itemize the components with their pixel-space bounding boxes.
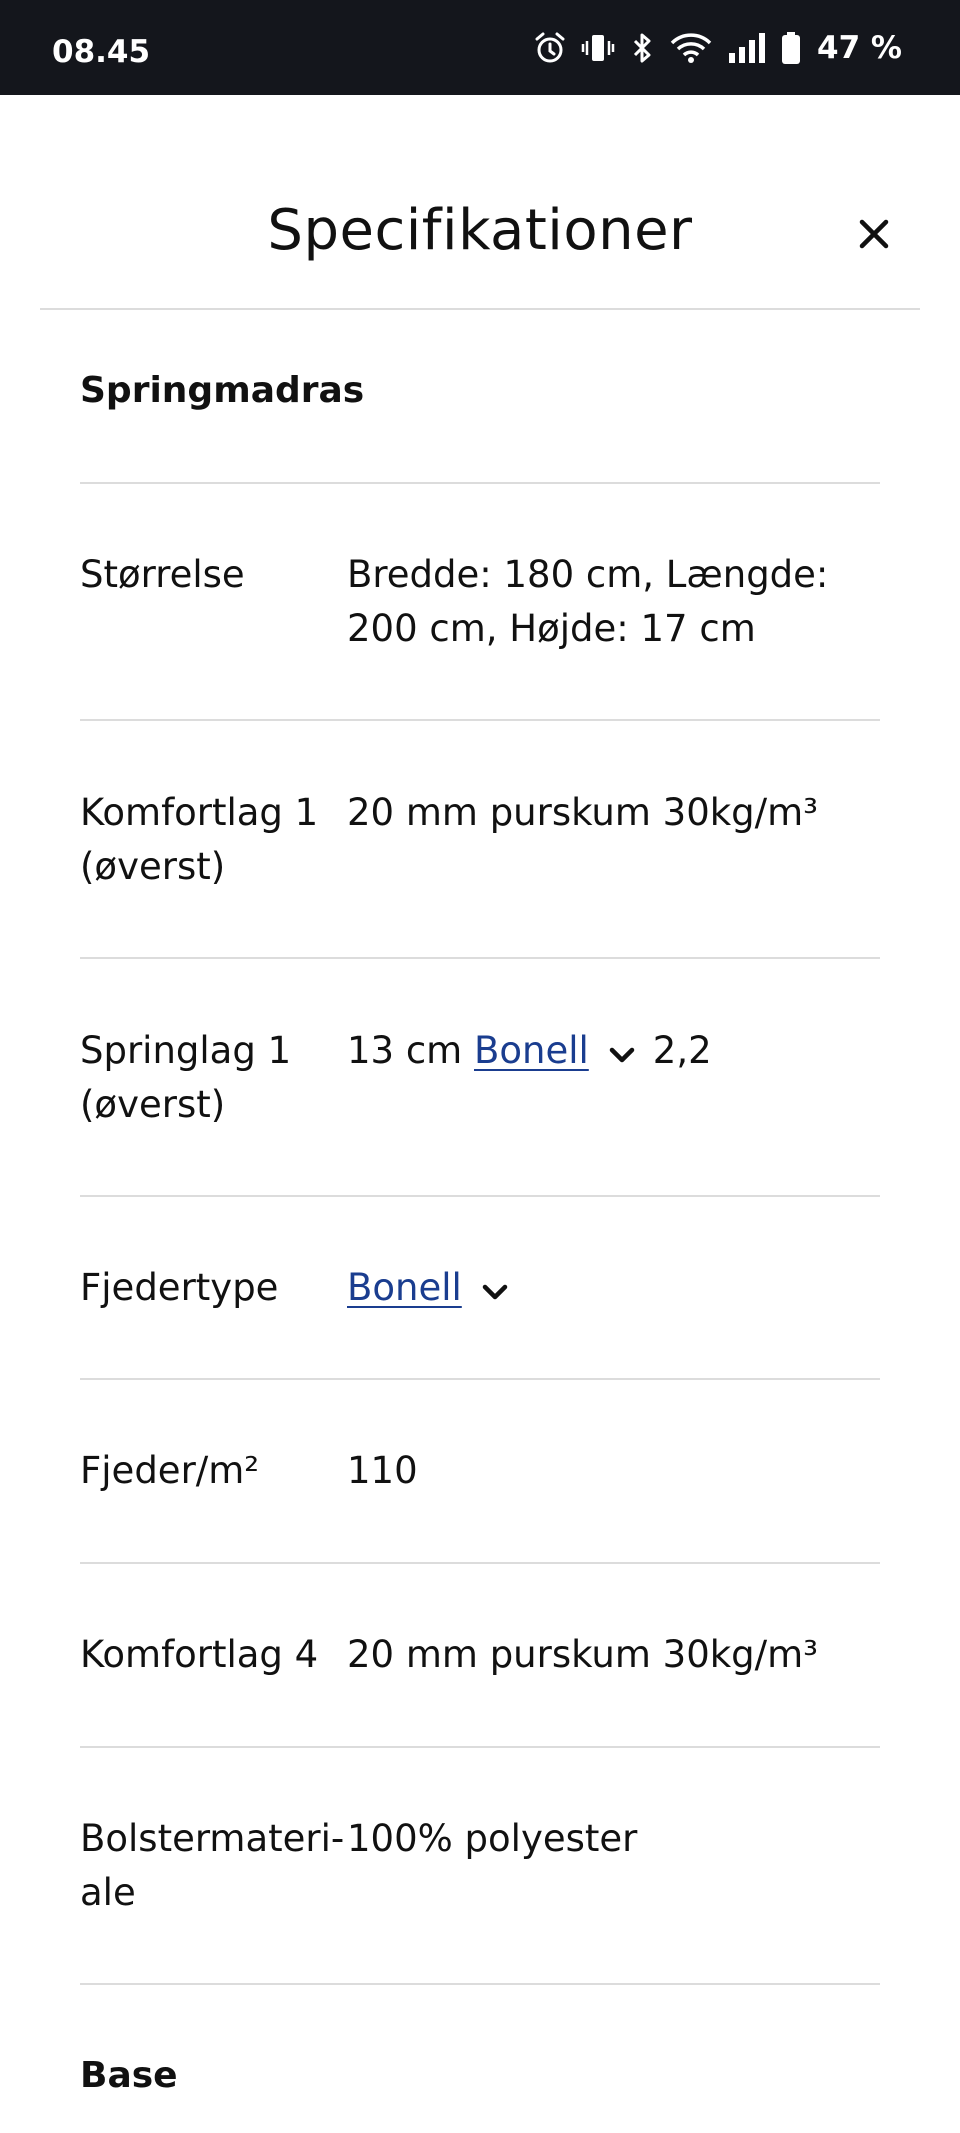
bluetooth-icon [629,31,655,65]
spec-value-prefix: 13 cm [347,1029,463,1072]
spec-label-bolstermateriale: Bolstermateri- ale [80,1812,344,1920]
divider [80,1562,880,1564]
battery-percentage: 47 % [817,30,902,66]
spec-value-bolstermateriale: 100% polyester [347,1817,638,1860]
label-line: Bolstermateri- [80,1817,345,1860]
spec-label-stoerrelse: Størrelse [80,553,245,596]
divider [80,719,880,721]
divider [80,957,880,959]
close-button[interactable] [852,212,896,256]
spec-label-fjeder-per-m2: Fjeder/m² [80,1449,260,1492]
spec-value-suffix: 2,2 [652,1029,712,1072]
spec-label-springlag-1: Springlag 1 (øverst) [80,1029,292,1126]
vibrate-icon [581,31,615,65]
status-time: 08.45 [52,34,151,70]
spec-label-komfortlag-1: Komfortlag 1 (øverst) [80,791,319,888]
spec-value-stoerrelse: Bredde: 180 cm, Længde: 200 cm, Højde: 1… [347,553,829,650]
alarm-icon [533,31,567,65]
bonell-link[interactable]: Bonell [474,1029,589,1072]
sheet-title: Specifikationer [267,198,693,263]
bonell-link[interactable]: Bonell [347,1266,462,1309]
status-bar: 08.45 47 % [0,0,960,95]
section-title-springmadras: Springmadras [80,370,365,411]
wifi-icon [669,31,713,65]
spec-value-springlag-1: 13 cm Bonell 2,2 [347,1024,887,1080]
battery-icon [781,31,801,65]
divider [80,1983,880,1985]
divider [80,1195,880,1197]
divider [80,1746,880,1748]
spec-label-fjedertype: Fjedertype [80,1266,279,1309]
divider [80,482,880,484]
chevron-down-icon[interactable] [609,1026,635,1080]
signal-icon [727,31,767,65]
spec-value-komfortlag-4: 20 mm purskum 30kg/m³ [347,1633,818,1676]
header-divider [40,308,920,310]
section-title-base: Base [80,2055,178,2096]
spec-label-komfortlag-4: Komfortlag 4 [80,1633,319,1676]
spec-value-fjedertype: Bonell [347,1261,887,1317]
close-icon[interactable] [859,219,889,249]
label-line: ale [80,1871,136,1914]
spec-value-komfortlag-1: 20 mm purskum 30kg/m³ [347,791,818,834]
divider [80,1378,880,1380]
status-icons: 47 % [533,28,902,68]
spec-value-fjeder-per-m2: 110 [347,1449,418,1492]
chevron-down-icon[interactable] [482,1263,508,1317]
